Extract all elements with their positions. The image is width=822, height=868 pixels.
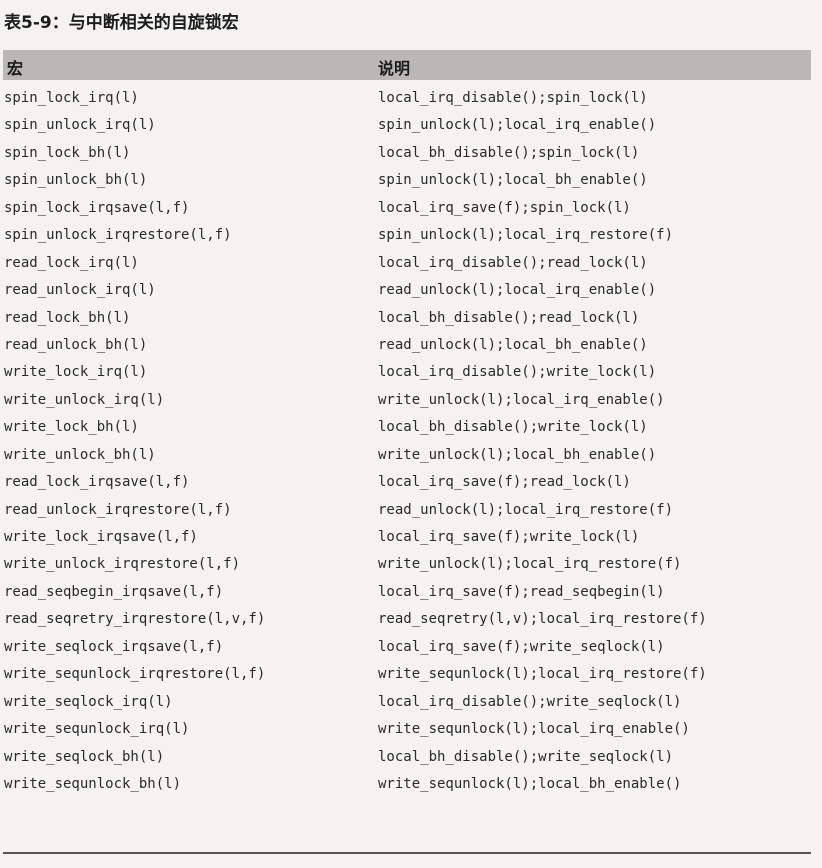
table-row: write_unlock_irqrestore(l,f) write_unlock… — [4, 552, 814, 579]
table-row: read_lock_irq(l) local_irq_disable();read… — [4, 251, 814, 278]
macro-cell: write_sequnlock_irqrestore(l,f) — [4, 666, 266, 683]
macro-cell: read_lock_bh(l) — [4, 309, 131, 326]
macro-cell: write_unlock_irq(l) — [4, 391, 165, 408]
macro-cell: write_lock_irq(l) — [4, 364, 148, 381]
table-row: write_seqlock_bh(l) local_bh_disable();wr… — [4, 745, 814, 772]
macro-cell: write_lock_irqsave(l,f) — [4, 529, 198, 545]
description-cell: local_irq_save(f);read_seqbegin(l) — [378, 583, 665, 600]
description-cell: local_irq_save(f);write_lock(l) — [378, 529, 640, 545]
macro-cell: write_sequnlock_irq(l) — [4, 721, 190, 738]
header-description: 说明 — [378, 59, 411, 78]
description-cell: local_irq_disable();spin_lock(l) — [378, 90, 648, 106]
description-cell: write_unlock(l);local_irq_enable() — [378, 391, 665, 408]
macro-cell: spin_unlock_irq(l) — [4, 117, 156, 134]
macro-cell: spin_unlock_bh(l) — [4, 172, 148, 189]
table-row: write_lock_bh(l) local_bh_disable();write… — [4, 415, 814, 442]
description-cell: local_bh_disable();write_lock(l) — [378, 419, 648, 436]
description-cell: write_unlock(l);local_bh_enable() — [378, 446, 657, 463]
macro-cell: write_lock_bh(l) — [4, 419, 139, 436]
table-header: 宏 说明 — [3, 50, 811, 80]
table-row: read_unlock_bh(l) read_unlock(l);local_bh… — [4, 333, 814, 360]
table-caption: 表5-9：与中断相关的自旋锁宏 — [4, 13, 239, 33]
macro-cell: read_lock_irq(l) — [4, 254, 139, 271]
macro-cell: write_unlock_bh(l) — [4, 446, 156, 463]
table-body: spin_lock_irq(l) local_irq_disable();spin… — [4, 86, 814, 799]
table-row: write_lock_irqsave(l,f) local_irq_save(f)… — [4, 525, 814, 552]
description-cell: read_unlock(l);local_bh_enable() — [378, 336, 648, 353]
description-cell: write_unlock(l);local_irq_restore(f) — [378, 556, 682, 573]
macro-cell: read_seqbegin_irqsave(l,f) — [4, 583, 224, 600]
macro-cell: write_seqlock_bh(l) — [4, 748, 165, 765]
table-row: write_unlock_irq(l) write_unlock(l);local… — [4, 388, 814, 415]
description-cell: local_bh_disable();read_lock(l) — [378, 309, 640, 326]
description-cell: local_bh_disable();write_seqlock(l) — [378, 748, 674, 765]
table-row: write_seqlock_irq(l) local_irq_disable();… — [4, 690, 814, 717]
macro-cell: write_sequnlock_bh(l) — [4, 775, 182, 792]
macro-cell: read_unlock_irq(l) — [4, 282, 156, 299]
table-row: spin_unlock_irq(l) spin_unlock(l);local_i… — [4, 113, 814, 140]
macro-cell: read_lock_irqsave(l,f) — [4, 474, 190, 491]
description-cell: spin_unlock(l);local_irq_restore(f) — [378, 227, 674, 244]
macro-cell: write_seqlock_irq(l) — [4, 693, 173, 710]
macro-cell: write_unlock_irqrestore(l,f) — [4, 556, 241, 573]
macro-cell: spin_unlock_irqrestore(l,f) — [4, 227, 232, 244]
description-cell: local_bh_disable();spin_lock(l) — [378, 144, 640, 161]
table-row: read_lock_irqsave(l,f) local_irq_save(f);… — [4, 470, 814, 497]
table-row: read_unlock_irq(l) read_unlock(l);local_i… — [4, 278, 814, 305]
description-cell: read_unlock(l);local_irq_restore(f) — [378, 501, 674, 518]
table-row: read_lock_bh(l) local_bh_disable();read_l… — [4, 306, 814, 333]
macro-cell: spin_lock_irq(l) — [4, 90, 139, 106]
description-cell: local_irq_save(f);write_seqlock(l) — [378, 638, 665, 655]
macro-cell: read_unlock_bh(l) — [4, 336, 148, 353]
macro-cell: read_seqretry_irqrestore(l,v,f) — [4, 611, 266, 628]
table-row: spin_lock_irq(l) local_irq_disable();spin… — [4, 86, 814, 113]
table-bottom-rule — [3, 852, 811, 854]
description-cell: local_irq_save(f);spin_lock(l) — [378, 199, 631, 216]
table-row: spin_lock_irqsave(l,f) local_irq_save(f);… — [4, 196, 814, 223]
table-row: read_seqretry_irqrestore(l,v,f) read_seqr… — [4, 607, 814, 634]
table-row: write_seqlock_irqsave(l,f) local_irq_save… — [4, 635, 814, 662]
description-cell: read_unlock(l);local_irq_enable() — [378, 282, 657, 299]
macro-cell: read_unlock_irqrestore(l,f) — [4, 501, 232, 518]
description-cell: write_sequnlock(l);local_irq_restore(f) — [378, 666, 707, 683]
table-row: write_sequnlock_bh(l) write_sequnlock(l);… — [4, 772, 814, 799]
macro-cell: spin_lock_irqsave(l,f) — [4, 199, 190, 216]
macro-cell: spin_lock_bh(l) — [4, 144, 131, 161]
table-row: write_unlock_bh(l) write_unlock(l);local_… — [4, 443, 814, 470]
description-cell: spin_unlock(l);local_irq_enable() — [378, 117, 657, 134]
description-cell: local_irq_save(f);read_lock(l) — [378, 474, 631, 491]
table-row: write_lock_irq(l) local_irq_disable();wri… — [4, 360, 814, 387]
table-row: spin_unlock_irqrestore(l,f) spin_unlock(l… — [4, 223, 814, 250]
header-macro: 宏 — [7, 59, 24, 78]
description-cell: local_irq_disable();read_lock(l) — [378, 254, 648, 271]
table-row: spin_unlock_bh(l) spin_unlock(l);local_bh… — [4, 168, 814, 195]
table-row: read_seqbegin_irqsave(l,f) local_irq_save… — [4, 580, 814, 607]
description-cell: spin_unlock(l);local_bh_enable() — [378, 172, 648, 189]
description-cell: local_irq_disable();write_seqlock(l) — [378, 693, 682, 710]
description-cell: local_irq_disable();write_lock(l) — [378, 364, 657, 381]
table-row: write_sequnlock_irqrestore(l,f) write_seq… — [4, 662, 814, 689]
description-cell: write_sequnlock(l);local_irq_enable() — [378, 721, 690, 738]
table-row: read_unlock_irqrestore(l,f) read_unlock(l… — [4, 498, 814, 525]
macro-cell: write_seqlock_irqsave(l,f) — [4, 638, 224, 655]
table-row: spin_lock_bh(l) local_bh_disable();spin_l… — [4, 141, 814, 168]
description-cell: read_seqretry(l,v);local_irq_restore(f) — [378, 611, 707, 628]
description-cell: write_sequnlock(l);local_bh_enable() — [378, 775, 682, 792]
table-row: write_sequnlock_irq(l) write_sequnlock(l)… — [4, 717, 814, 744]
